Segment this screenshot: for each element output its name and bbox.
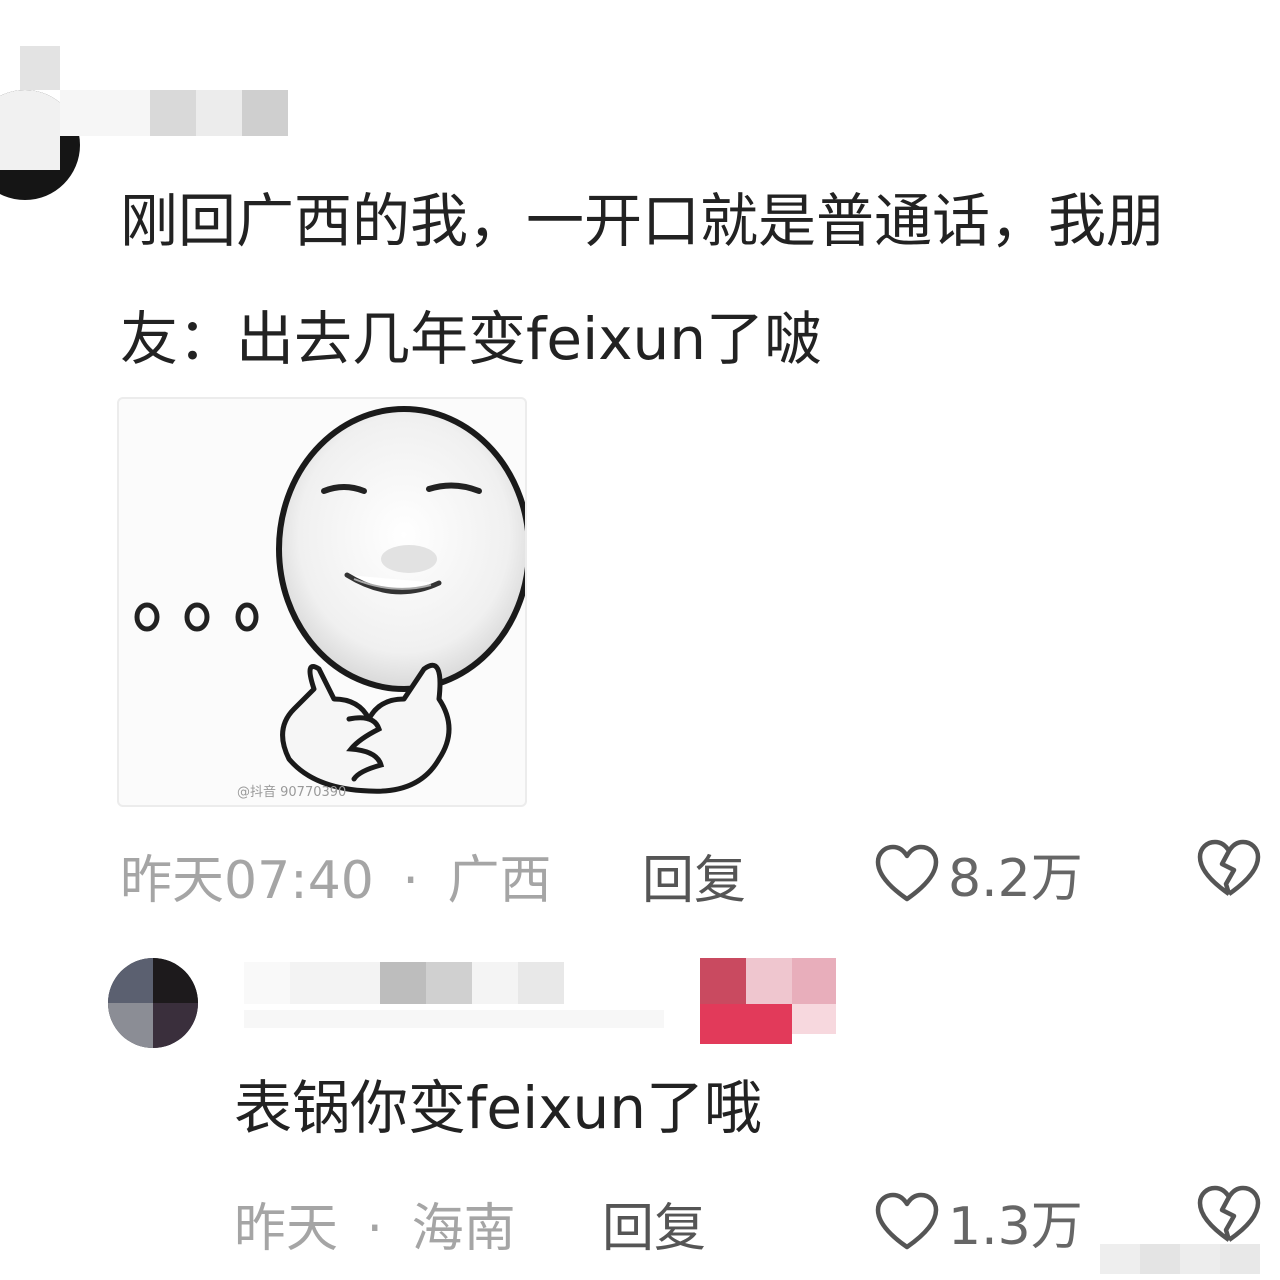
reply-avatar[interactable]: [108, 958, 198, 1048]
reply-text: 表锅你变feixun了哦: [234, 1074, 763, 1142]
reply-time: 昨天 · 海南: [234, 1199, 516, 1259]
heart-outline-icon: [875, 844, 939, 901]
comment-reply-button[interactable]: 回复: [642, 838, 746, 913]
comment-time: 昨天07:40 · 广西: [120, 851, 552, 911]
reply-like-count: 1.3万: [948, 1197, 1083, 1257]
meta-separator: ·: [366, 1199, 384, 1259]
heart-outline-icon: [875, 1192, 939, 1249]
comment-dislike-button[interactable]: [1196, 838, 1262, 904]
meta-separator: ·: [402, 851, 419, 911]
meme-watermark: @抖音 90770390: [237, 784, 346, 800]
comment-location: 广西: [447, 851, 552, 911]
comment-text: 刚回广西的我，一开口就是普通话，我朋友：出去几年变feixun了啵: [120, 187, 1165, 373]
reply-reply-button[interactable]: 回复: [602, 1186, 706, 1261]
comment-like-count: 8.2万: [948, 849, 1083, 909]
broken-heart-icon: [1197, 839, 1261, 896]
reply-like-button[interactable]: 1.3万: [874, 1184, 1083, 1259]
smiling-face-meme-icon: @抖音 90770390: [134, 406, 525, 800]
reply-dislike-button[interactable]: [1196, 1184, 1262, 1250]
meme-image[interactable]: @抖音 90770390: [117, 397, 527, 807]
reply-location: 海南: [411, 1199, 516, 1259]
comment-like-button[interactable]: 8.2万: [874, 836, 1083, 911]
broken-heart-icon: [1197, 1185, 1261, 1242]
